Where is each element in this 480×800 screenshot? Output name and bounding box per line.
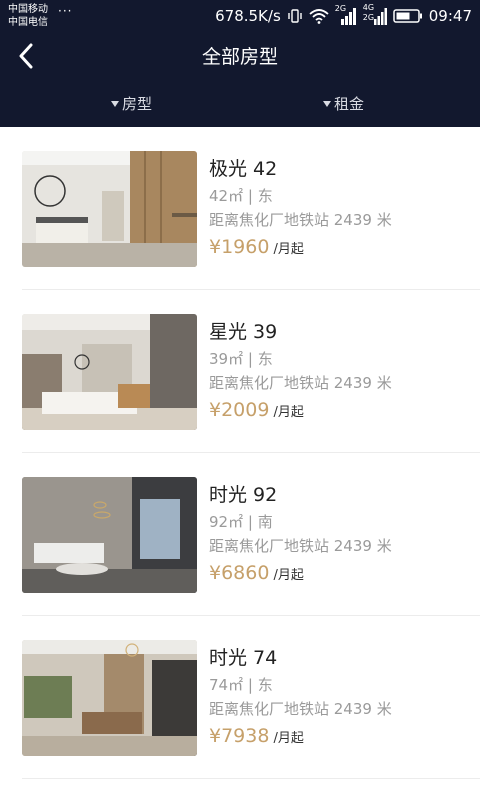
room-spec: 39㎡ | 东 bbox=[209, 350, 273, 368]
network-2-label: 4G bbox=[362, 3, 375, 12]
triangle-down-icon bbox=[323, 100, 331, 107]
room-photo bbox=[22, 477, 197, 593]
filter-room-type[interactable]: 房型 bbox=[111, 93, 152, 114]
room-price: ¥7938 bbox=[209, 725, 270, 747]
wifi-icon bbox=[309, 8, 329, 24]
carrier-1: 中国移动 bbox=[8, 4, 48, 15]
room-card[interactable]: 星光 39 39㎡ | 东 距离焦化厂地铁站 2439 米 ¥2009/月起 bbox=[0, 290, 480, 453]
room-info: 极光 42 42㎡ | 东 距离焦化厂地铁站 2439 米 ¥1960/月起 bbox=[209, 157, 392, 261]
room-name: 时光 74 bbox=[209, 647, 278, 669]
room-area: 42㎡ bbox=[209, 187, 244, 205]
room-card[interactable]: 时光 74 74㎡ | 东 距离焦化厂地铁站 2439 米 ¥7938/月起 bbox=[0, 616, 480, 779]
price-row: ¥2009/月起 bbox=[209, 399, 392, 424]
price-unit: /月起 bbox=[273, 731, 304, 746]
room-name: 星光 39 bbox=[209, 321, 278, 343]
divider bbox=[22, 778, 480, 779]
vibrate-icon bbox=[287, 8, 303, 24]
signal-2g-icon: 2G bbox=[334, 4, 357, 25]
carrier-labels: 中国移动 中国电信 bbox=[8, 3, 48, 29]
room-area: 92㎡ bbox=[209, 513, 244, 531]
room-spec: 74㎡ | 东 bbox=[209, 676, 273, 694]
room-spec: 42㎡ | 东 bbox=[209, 187, 273, 205]
room-distance: 距离焦化厂地铁站 2439 米 bbox=[209, 700, 392, 718]
filter-rent-label: 租金 bbox=[334, 95, 365, 113]
network-3-label: 2G bbox=[362, 13, 375, 22]
room-price: ¥1960 bbox=[209, 236, 270, 258]
room-orientation: 东 bbox=[257, 187, 273, 205]
room-orientation: 南 bbox=[257, 513, 273, 531]
clock: 09:47 bbox=[428, 7, 472, 25]
room-orientation: 东 bbox=[257, 676, 273, 694]
signal-4g-icon: 4G 2G bbox=[362, 3, 387, 25]
filter-bar: 房型 租金 bbox=[0, 80, 480, 127]
price-row: ¥6860/月起 bbox=[209, 562, 392, 587]
battery-icon bbox=[393, 8, 423, 24]
room-info: 星光 39 39㎡ | 东 距离焦化厂地铁站 2439 米 ¥2009/月起 bbox=[209, 320, 392, 424]
room-photo bbox=[22, 151, 197, 267]
price-row: ¥7938/月起 bbox=[209, 725, 392, 750]
room-photo bbox=[22, 314, 197, 430]
network-speed: 678.5K/s bbox=[215, 7, 281, 25]
more-dots-icon: ··· bbox=[58, 4, 73, 18]
room-info: 时光 92 92㎡ | 南 距离焦化厂地铁站 2439 米 ¥6860/月起 bbox=[209, 483, 392, 587]
price-row: ¥1960/月起 bbox=[209, 236, 392, 261]
room-spec: 92㎡ | 南 bbox=[209, 513, 273, 531]
room-card[interactable]: 极光 42 42㎡ | 东 距离焦化厂地铁站 2439 米 ¥1960/月起 bbox=[0, 127, 480, 290]
room-distance: 距离焦化厂地铁站 2439 米 bbox=[209, 537, 392, 555]
room-area: 74㎡ bbox=[209, 676, 244, 694]
status-icons: 678.5K/s 2G 4G 2G 09:47 bbox=[215, 3, 472, 26]
room-name: 极光 42 bbox=[209, 158, 278, 180]
page-title: 全部房型 bbox=[201, 46, 278, 68]
price-unit: /月起 bbox=[273, 405, 304, 420]
room-price: ¥2009 bbox=[209, 399, 270, 421]
carrier-2: 中国电信 bbox=[8, 17, 48, 28]
status-bar: 中国移动 中国电信 ··· 678.5K/s 2G 4G 2G 09:47 bbox=[0, 0, 480, 32]
triangle-down-icon bbox=[111, 100, 119, 107]
room-area: 39㎡ bbox=[209, 350, 244, 368]
price-unit: /月起 bbox=[273, 568, 304, 583]
room-card[interactable]: 时光 92 92㎡ | 南 距离焦化厂地铁站 2439 米 ¥6860/月起 bbox=[0, 453, 480, 616]
room-distance: 距离焦化厂地铁站 2439 米 bbox=[209, 211, 392, 229]
room-name: 时光 92 bbox=[209, 484, 278, 506]
filter-rent[interactable]: 租金 bbox=[323, 93, 364, 114]
room-info: 时光 74 74㎡ | 东 距离焦化厂地铁站 2439 米 ¥7938/月起 bbox=[209, 646, 392, 750]
room-distance: 距离焦化厂地铁站 2439 米 bbox=[209, 374, 392, 392]
room-photo bbox=[22, 640, 197, 756]
room-price: ¥6860 bbox=[209, 562, 270, 584]
nav-bar: 全部房型 bbox=[0, 32, 480, 80]
price-unit: /月起 bbox=[273, 242, 304, 257]
room-orientation: 东 bbox=[257, 350, 273, 368]
filter-room-type-label: 房型 bbox=[122, 95, 153, 113]
network-1-label: 2G bbox=[334, 4, 347, 13]
